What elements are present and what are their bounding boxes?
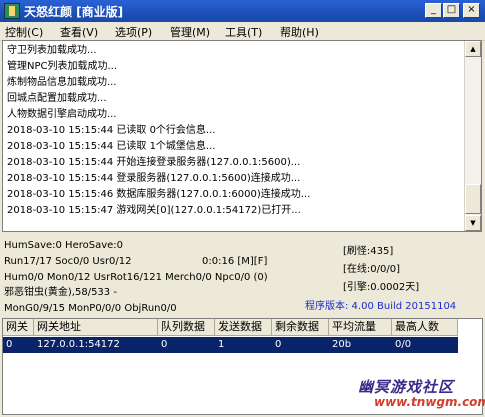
menu-view[interactable]: 查看(V): [60, 24, 98, 40]
online-count: [在线:0/0/0]: [343, 264, 400, 275]
menu-bar: 控制(C) 查看(V) 选项(P) 管理(M) 工具(T) 帮助(H): [0, 22, 485, 41]
scroll-thumb[interactable]: [465, 184, 481, 214]
title-bar: 天怒红颜 [商业版] _ □ ×: [0, 0, 485, 22]
menu-manage[interactable]: 管理(M): [170, 24, 210, 40]
menu-tools[interactable]: 工具(T): [225, 24, 262, 40]
table-cell: 1: [218, 339, 225, 350]
column-header[interactable]: 最高人数: [392, 319, 458, 336]
log-line: 2018-03-10 15:15:46 数据库服务器(127.0.0.1:600…: [7, 189, 311, 200]
column-header[interactable]: 发送数据: [215, 319, 272, 336]
hum-status: Hum0/0 Mon0/12 UsrRot16/121 Merch0/0 Npc…: [4, 272, 268, 283]
run-status: Run17/17 Soc0/0 Usr0/12: [4, 256, 132, 267]
uptime: 0:0:16 [M][F]: [202, 256, 268, 267]
scroll-down-icon[interactable]: ▼: [465, 215, 481, 231]
app-icon: [4, 3, 20, 19]
log-line: 守卫列表加载成功...: [7, 45, 97, 56]
table-cell: 0: [161, 339, 168, 350]
watermark-url: www.tnwgm.com: [374, 395, 485, 409]
program-version: 程序版本: 4.00 Build 20151104: [305, 301, 457, 312]
column-header[interactable]: 网关地址: [34, 319, 158, 336]
watermark-logo: 幽冥游戏社区 www.tnwgm.com: [340, 376, 485, 414]
close-button[interactable]: ×: [463, 3, 480, 18]
log-line: 管理NPC列表加载成功...: [7, 61, 118, 72]
hum-save-status: HumSave:0 HeroSave:0: [4, 240, 124, 251]
engine-status: [引擎:0.0002天]: [343, 282, 420, 293]
menu-control[interactable]: 控制(C): [5, 24, 43, 40]
log-line: 人物数据引擎启动成功...: [7, 109, 117, 120]
table-cell: 20b: [332, 339, 352, 350]
log-line: 炼制物品信息加载成功...: [7, 77, 117, 88]
watermark-text: 幽冥游戏社区: [358, 378, 455, 396]
log-line: 2018-03-10 15:15:44 开始连接登录服务器(127.0.0.1:…: [7, 157, 301, 168]
maximize-button[interactable]: □: [443, 3, 460, 18]
mon-gen-status: MonG0/9/15 MonP0/0/0 ObjRun0/0: [4, 303, 177, 314]
log-line: 回城点配置加载成功...: [7, 93, 107, 104]
table-cell: 0: [6, 339, 13, 350]
scroll-up-icon[interactable]: ▲: [465, 41, 481, 57]
log-line: 2018-03-10 15:15:47 游戏网关[0](127.0.0.1:54…: [7, 205, 301, 216]
log-scrollbar[interactable]: ▲ ▼: [464, 41, 481, 231]
log-line: 2018-03-10 15:15:44 已读取 0个行会信息...: [7, 125, 216, 136]
column-header[interactable]: 队列数据: [158, 319, 215, 336]
log-line: 2018-03-10 15:15:44 登录服务器(127.0.0.1:5600…: [7, 173, 301, 184]
menu-options[interactable]: 选项(P): [115, 24, 152, 40]
window-title: 天怒红颜 [商业版]: [24, 5, 124, 19]
table-cell: 0/0: [395, 339, 412, 350]
refresh-monster: [刷怪:435]: [343, 246, 394, 257]
table-cell: 0: [275, 339, 282, 350]
monster-status: 邪恶钳虫(黄金),58/533 -: [4, 287, 117, 298]
menu-help[interactable]: 帮助(H): [280, 24, 319, 40]
column-header[interactable]: 剩余数据: [272, 319, 329, 336]
column-header[interactable]: 平均流量: [329, 319, 392, 336]
column-header[interactable]: 网关: [3, 319, 34, 336]
table-cell: 127.0.0.1:54172: [37, 339, 120, 350]
log-line: 2018-03-10 15:15:44 已读取 1个城堡信息...: [7, 141, 216, 152]
log-panel[interactable]: 守卫列表加载成功... 管理NPC列表加载成功... 炼制物品信息加载成功...…: [2, 40, 482, 232]
status-panel: HumSave:0 HeroSave:0 Run17/17 Soc0/0 Usr…: [2, 236, 482, 316]
minimize-button[interactable]: _: [425, 3, 442, 18]
